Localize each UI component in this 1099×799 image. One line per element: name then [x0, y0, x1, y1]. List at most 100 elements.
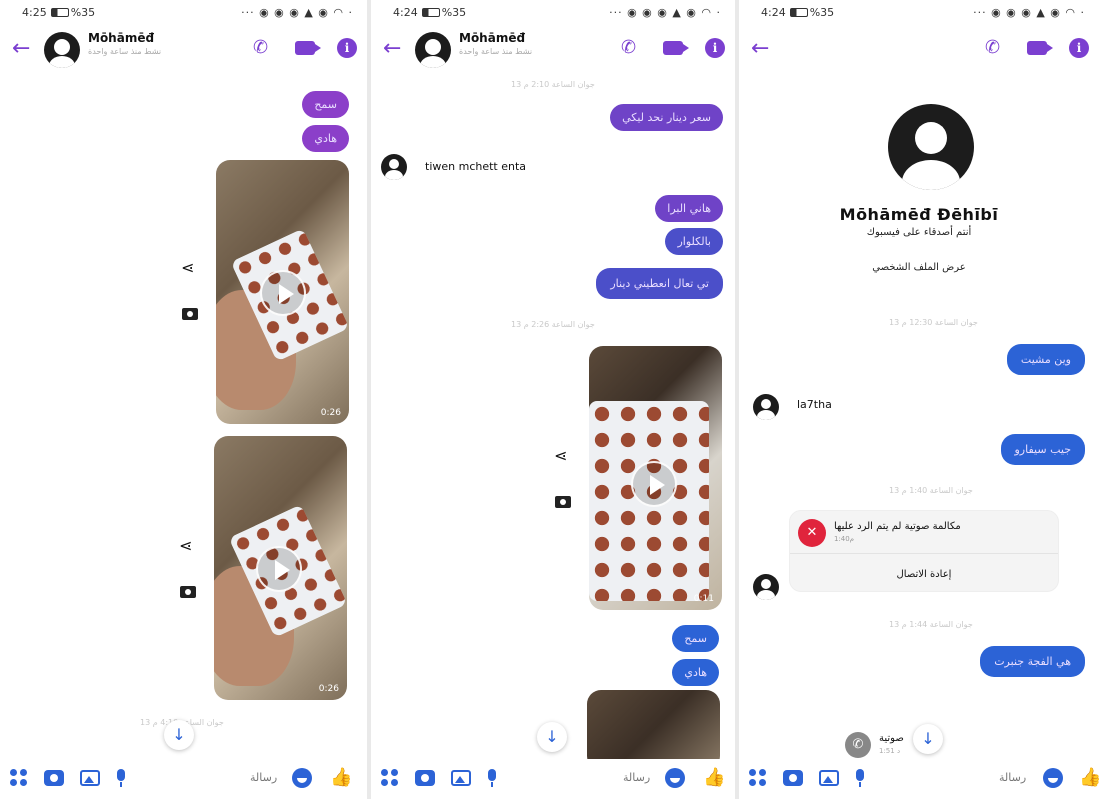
message-bubble[interactable]: هادي	[302, 125, 349, 152]
microphone-icon[interactable]	[487, 769, 497, 787]
status-bar: 4:24 %35 ··· ◉ ◉ ◉ ▲ ◉ ◠ ·	[739, 0, 1099, 26]
status-icons: ··· ◉ ◉ ◉ ▲ ◉ ◠ ·	[609, 6, 721, 19]
profile-avatar[interactable]	[888, 104, 974, 190]
timestamp: 13 جوان الساعة 1:44 م	[889, 620, 973, 629]
missed-call-time: 1:40م	[834, 535, 855, 543]
microphone-icon[interactable]	[855, 769, 865, 787]
message-bubble[interactable]: هادي	[672, 659, 719, 686]
scroll-down-icon[interactable]: ↓	[913, 724, 943, 754]
video-call-icon[interactable]	[663, 41, 689, 55]
battery-icon	[421, 8, 440, 17]
video-duration: 0:11	[693, 594, 714, 604]
share-icon[interactable]: ⋖	[554, 446, 567, 465]
status-time: 4:24 %35	[393, 6, 467, 19]
message-input[interactable]: رسالة	[623, 771, 650, 784]
apps-icon[interactable]	[10, 769, 28, 787]
emoji-icon[interactable]	[292, 768, 312, 788]
missed-call-icon: ✕	[798, 519, 826, 547]
incoming-message[interactable]: tiwen mchett enta	[413, 152, 538, 181]
avatar	[381, 154, 407, 180]
message-input[interactable]: رسالة	[999, 771, 1026, 784]
chat-header: ← ✆ i	[739, 28, 1099, 72]
info-icon[interactable]: i	[705, 38, 725, 58]
phone-icon[interactable]: ✆	[621, 38, 641, 58]
scroll-down-icon[interactable]: ↓	[537, 722, 567, 752]
voice-label: صوتية	[879, 733, 904, 744]
emoji-icon[interactable]	[1043, 768, 1063, 788]
gallery-icon[interactable]	[80, 770, 100, 786]
battery-icon	[50, 8, 69, 17]
message-bubble[interactable]: تي تعال انعطيني دينار	[596, 268, 723, 299]
back-arrow-icon[interactable]: ←	[12, 36, 30, 61]
timestamp: 13 جوان الساعة 2:10 م	[511, 80, 595, 89]
phone-icon[interactable]: ✆	[985, 38, 1005, 58]
message-bubble[interactable]: هاني البرا	[655, 195, 723, 222]
status-icons: ··· ◉ ◉ ◉ ▲ ◉ ◠ ·	[241, 6, 353, 19]
video-message[interactable]: 0:26	[214, 436, 347, 700]
message-bubble[interactable]: جيب سيفارو	[1000, 434, 1085, 465]
play-icon[interactable]	[260, 270, 306, 316]
emoji-icon[interactable]	[665, 768, 685, 788]
chat-panel-1: 4:25 %35 ··· ◉ ◉ ◉ ▲ ◉ ◠ · ← Mōhāmēđ نشط …	[0, 0, 367, 799]
missed-call-card: ✕ مكالمة صوتية لم يتم الرد عليها 1:40م إ…	[789, 510, 1059, 592]
video-duration: 0:26	[320, 408, 341, 418]
camera-icon[interactable]	[44, 770, 64, 786]
message-bubble[interactable]: وين مشيت	[1006, 344, 1085, 375]
video-call-icon[interactable]	[1027, 41, 1053, 55]
friends-status: أنتم أصدقاء على فيسبوك	[866, 227, 972, 238]
profile-name: Mōhāmēđ Đēhībī	[839, 205, 999, 224]
voice-duration: 1:51 د	[879, 747, 901, 755]
incoming-message[interactable]: la7tha	[785, 390, 844, 419]
gallery-icon[interactable]	[451, 770, 471, 786]
message-bubble[interactable]: سمح	[672, 625, 719, 652]
microphone-icon[interactable]	[116, 769, 126, 787]
chat-header: ← Mōhāmēđ نشط منذ ساعة واحدة ✆ i	[0, 28, 367, 72]
status-bar: 4:25 %35 ··· ◉ ◉ ◉ ▲ ◉ ◠ ·	[0, 0, 367, 26]
video-message[interactable]	[587, 690, 720, 770]
view-profile-link[interactable]: عرض الملف الشخصي	[739, 262, 1099, 273]
avatar	[753, 394, 779, 420]
camera-icon[interactable]	[180, 586, 196, 598]
message-bubble[interactable]: سمح	[302, 91, 349, 118]
like-icon[interactable]: 👍	[330, 767, 352, 788]
back-arrow-icon[interactable]: ←	[751, 36, 769, 61]
callback-button[interactable]: إعادة الاتصال	[790, 569, 1058, 580]
timestamp: 13 جوان الساعة 1:40 م	[889, 486, 973, 495]
info-icon[interactable]: i	[337, 38, 357, 58]
divider	[790, 553, 1058, 554]
camera-icon[interactable]	[783, 770, 803, 786]
contact-status: نشط منذ ساعة واحدة	[88, 47, 162, 56]
share-icon[interactable]: ⋖	[181, 258, 194, 277]
contact-name[interactable]: Mōhāmēđ	[88, 31, 154, 45]
play-icon[interactable]	[631, 461, 677, 507]
apps-icon[interactable]	[749, 769, 767, 787]
like-icon[interactable]: 👍	[703, 767, 725, 788]
phone-icon: ✆	[845, 732, 871, 758]
share-icon[interactable]: ⋖	[179, 536, 192, 555]
apps-icon[interactable]	[381, 769, 399, 787]
message-bubble[interactable]: هي الفجة جنبرت	[980, 646, 1085, 677]
contact-name[interactable]: Mōhāmēđ	[459, 31, 525, 45]
status-time: 4:25 %35	[22, 6, 96, 19]
gallery-icon[interactable]	[819, 770, 839, 786]
video-message[interactable]: 0:11	[589, 346, 722, 610]
camera-icon[interactable]	[182, 308, 198, 320]
play-icon[interactable]	[256, 546, 302, 592]
video-call-icon[interactable]	[295, 41, 321, 55]
info-icon[interactable]: i	[1069, 38, 1089, 58]
message-input[interactable]: رسالة	[250, 771, 277, 784]
status-icons: ··· ◉ ◉ ◉ ▲ ◉ ◠ ·	[973, 6, 1085, 19]
camera-icon[interactable]	[555, 496, 571, 508]
like-icon[interactable]: 👍	[1079, 767, 1099, 788]
camera-icon[interactable]	[415, 770, 435, 786]
timestamp: 13 جوان الساعة 12:30 م	[889, 318, 978, 327]
back-arrow-icon[interactable]: ←	[383, 36, 401, 61]
missed-call-title: مكالمة صوتية لم يتم الرد عليها	[834, 521, 961, 532]
avatar[interactable]	[44, 32, 80, 68]
video-message[interactable]: 0:26	[216, 160, 349, 424]
phone-icon[interactable]: ✆	[253, 38, 273, 58]
message-bubble[interactable]: سعر دينار نحد ليكي	[610, 104, 723, 131]
scroll-down-icon[interactable]: ↓	[164, 720, 194, 750]
message-bubble[interactable]: بالكلوار	[665, 228, 723, 255]
avatar[interactable]	[415, 32, 451, 68]
